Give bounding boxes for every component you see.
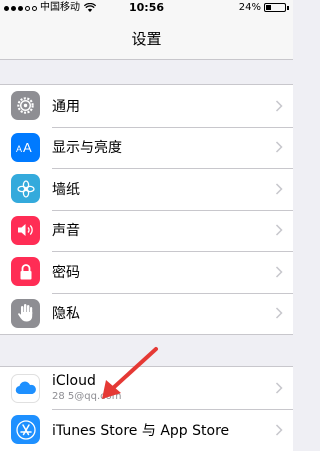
- battery-percent: 24%: [238, 2, 261, 13]
- settings-row-label: iTunes Store 与 App Store: [52, 422, 230, 439]
- chevron-right-icon: [275, 382, 283, 394]
- svg-text:A: A: [16, 144, 22, 154]
- battery-icon: [264, 3, 286, 12]
- chevron-right-icon: [275, 307, 283, 319]
- chevron-right-icon: [275, 100, 283, 112]
- settings-row-label: 通用: [52, 98, 80, 115]
- settings-row-label: iCloud: [52, 373, 96, 389]
- lock-icon: [11, 257, 40, 287]
- wallpaper-icon: [11, 174, 40, 204]
- settings-row-label: 显示与亮度: [52, 140, 122, 157]
- app-store-icon: [11, 415, 40, 445]
- settings-row-display-brightness[interactable]: A A 显示与亮度: [0, 126, 293, 169]
- chevron-right-icon: [275, 424, 283, 436]
- icloud-icon: [11, 373, 40, 403]
- settings-row-general[interactable]: 通用: [0, 85, 293, 127]
- svg-text:A: A: [23, 140, 32, 154]
- settings-row-icloud[interactable]: iCloud 28 5@qq.com: [0, 367, 293, 409]
- speaker-icon: [11, 215, 40, 245]
- settings-row-wallpaper[interactable]: 墙纸: [0, 168, 293, 210]
- icloud-account-email: 28 5@qq.com: [52, 391, 122, 402]
- settings-row-label: 声音: [52, 223, 80, 240]
- settings-row-label: 密码: [52, 264, 80, 281]
- settings-row-privacy[interactable]: 隐私: [0, 292, 293, 335]
- navigation-bar: 设置: [0, 16, 293, 60]
- chevron-right-icon: [275, 266, 283, 278]
- settings-row-label: 隐私: [52, 306, 80, 323]
- status-bar: 中国移动 10:56 24%: [0, 0, 293, 16]
- settings-group-main: 通用 A A 显示与亮度 墙纸 声音 密码 隐私: [0, 84, 293, 335]
- chevron-right-icon: [275, 224, 283, 236]
- settings-row-passcode[interactable]: 密码: [0, 251, 293, 293]
- display-brightness-icon: A A: [11, 132, 40, 162]
- settings-group-accounts: iCloud 28 5@qq.com iTunes Store 与 App St…: [0, 366, 293, 451]
- settings-row-itunes-app-store[interactable]: iTunes Store 与 App Store: [0, 409, 293, 451]
- settings-row-sounds[interactable]: 声音: [0, 209, 293, 252]
- hand-icon: [11, 298, 40, 328]
- settings-row-label: 墙纸: [52, 181, 80, 198]
- page-title: 设置: [131, 30, 162, 48]
- chevron-right-icon: [275, 183, 283, 195]
- chevron-right-icon: [275, 141, 283, 153]
- gear-icon: [11, 91, 40, 121]
